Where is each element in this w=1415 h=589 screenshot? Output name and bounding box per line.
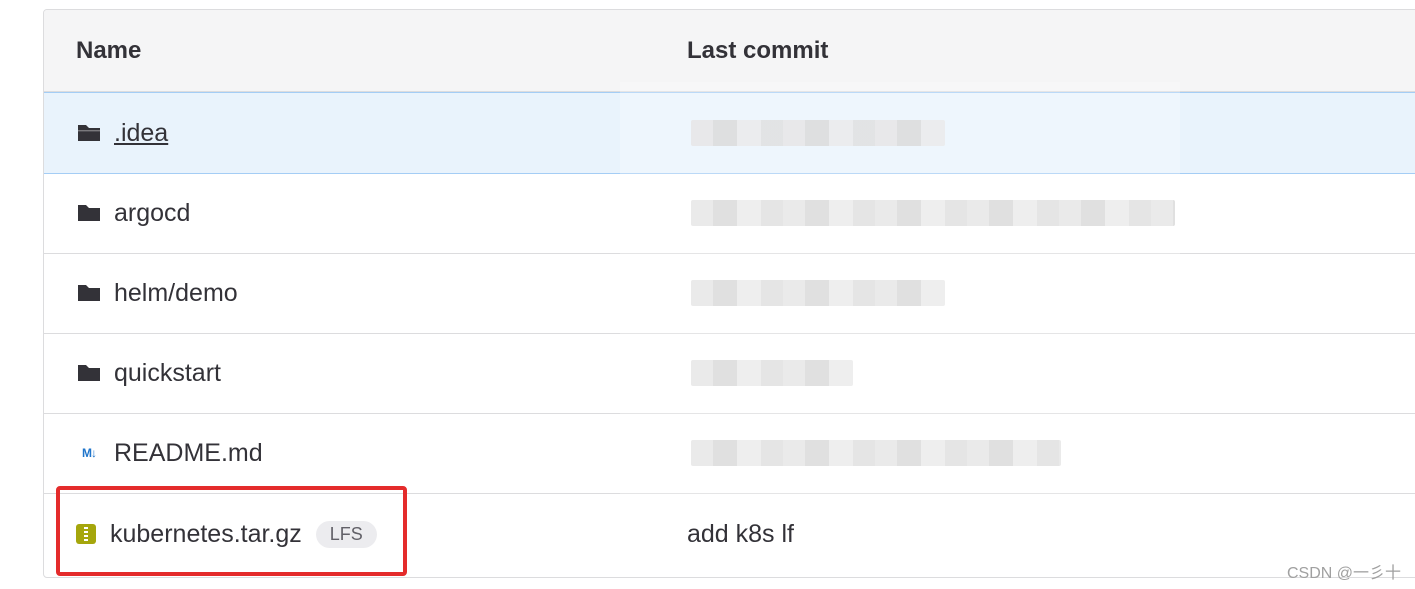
table-header: Name Last commit <box>44 10 1415 92</box>
redacted-commit-message <box>691 200 1175 226</box>
table-row[interactable]: .idea <box>44 92 1415 174</box>
folder-icon <box>76 203 102 223</box>
file-name-cell: quickstart <box>76 333 221 413</box>
markdown-icon: M↓ <box>82 446 97 460</box>
name-column-header: Name <box>76 36 142 64</box>
redacted-commit-message <box>691 440 1061 466</box>
file-name-cell: argocd <box>76 173 190 253</box>
folder-icon <box>76 363 102 383</box>
folder-link-argocd[interactable]: argocd <box>114 199 190 228</box>
redacted-commit-message <box>691 280 945 306</box>
last-commit-column-header: Last commit <box>687 36 829 64</box>
redacted-commit-message <box>691 120 945 146</box>
table-row[interactable]: argocd <box>44 173 1415 254</box>
folder-link-idea[interactable]: .idea <box>114 119 168 148</box>
redacted-commit-message <box>691 360 853 386</box>
table-row[interactable]: helm/demo <box>44 253 1415 334</box>
file-link-readme[interactable]: README.md <box>114 439 263 468</box>
folder-icon <box>76 123 102 143</box>
last-commit-message[interactable]: add k8s lf <box>687 494 794 574</box>
table-row[interactable]: M↓ README.md <box>44 413 1415 494</box>
file-name-cell: helm/demo <box>76 253 238 333</box>
file-name-cell: M↓ README.md <box>76 413 263 493</box>
file-name-cell: .idea <box>76 93 168 173</box>
watermark: CSDN @一彡十 <box>1286 565 1401 582</box>
red-highlight-box <box>56 486 407 576</box>
folder-link-quickstart[interactable]: quickstart <box>114 359 221 388</box>
folder-link-helm-demo[interactable]: helm/demo <box>114 279 238 308</box>
table-row[interactable]: quickstart <box>44 333 1415 414</box>
folder-icon <box>76 283 102 303</box>
